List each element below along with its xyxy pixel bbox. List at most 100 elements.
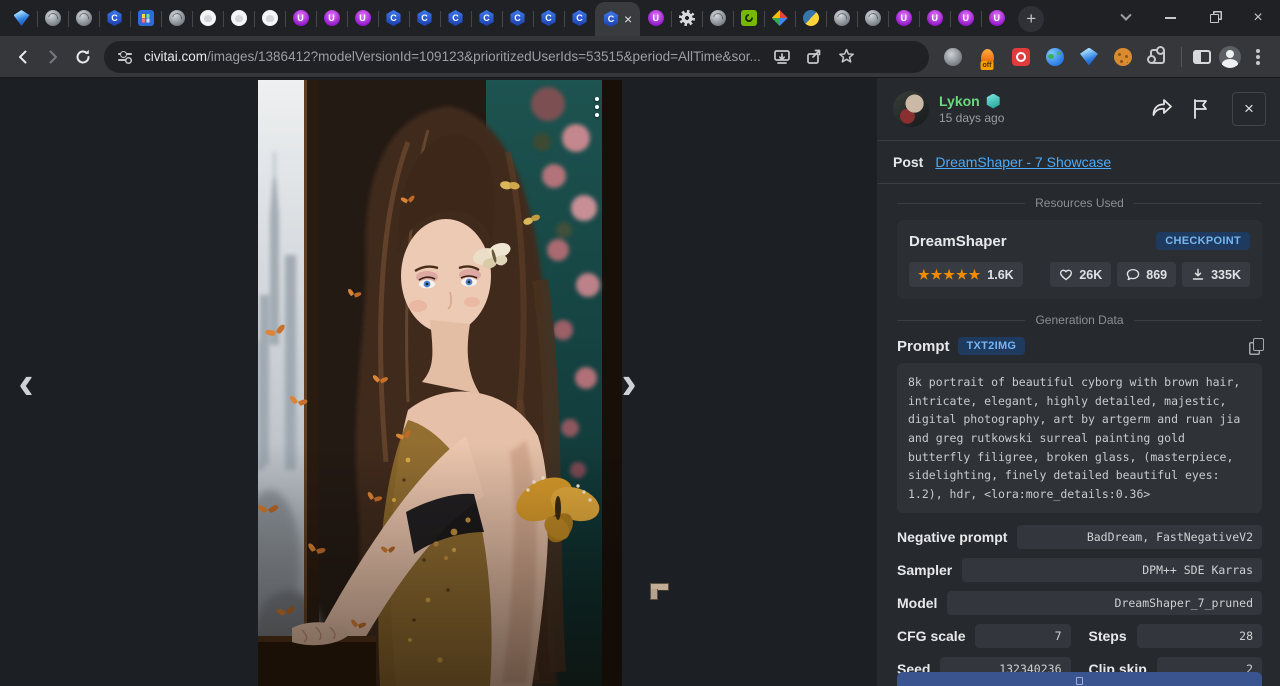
browser-tab-python[interactable] [795, 1, 826, 35]
ultra-favicon-icon [927, 10, 943, 26]
comments-pill[interactable]: 869 [1117, 262, 1176, 287]
steps-label: Steps [1089, 628, 1127, 644]
resource-type-badge: CHECKPOINT [1156, 232, 1250, 250]
browser-tab-globe[interactable] [68, 1, 99, 35]
side-panel-button[interactable] [1188, 43, 1216, 71]
browser-tab-ultra[interactable] [316, 1, 347, 35]
browser-tab-ultra[interactable] [347, 1, 378, 35]
extension-sphere-icon[interactable] [1041, 43, 1069, 71]
prompt-text[interactable]: 8k portrait of beautiful cyborg with bro… [897, 363, 1262, 513]
extension-gem-icon[interactable] [1075, 43, 1103, 71]
flag-icon [1192, 98, 1210, 120]
browser-tab-globe[interactable] [161, 1, 192, 35]
reload-icon [74, 48, 92, 66]
cfg-scale-value[interactable]: 7 [975, 624, 1070, 648]
panel-close-button[interactable]: × [1232, 92, 1266, 126]
post-image[interactable] [258, 80, 622, 686]
bookmark-star-icon[interactable] [837, 47, 856, 66]
negative-prompt-row: Negative prompt BadDream, FastNegativeV2 [897, 525, 1262, 549]
tab-close-icon[interactable]: × [624, 12, 632, 26]
site-info-icon[interactable] [116, 49, 136, 65]
browser-tab-civitai[interactable] [409, 1, 440, 35]
sampler-value[interactable]: DPM++ SDE Karras [962, 558, 1262, 582]
install-app-icon[interactable] [773, 48, 791, 66]
url-text[interactable]: civitai.com/images/1386412?modelVersionI… [144, 49, 761, 64]
report-flag-button[interactable] [1192, 98, 1210, 120]
extension-globe-icon[interactable] [939, 43, 967, 71]
browser-tab-gem[interactable] [6, 1, 37, 35]
image-options-button[interactable] [588, 94, 606, 120]
address-bar[interactable]: civitai.com/images/1386412?modelVersionI… [104, 41, 929, 73]
cookie-glyph-icon [1114, 48, 1132, 66]
share-post-button[interactable] [1150, 98, 1174, 120]
browser-tab-ultra[interactable] [285, 1, 316, 35]
panel-scroll-area[interactable]: Resources Used DreamShaper CHECKPOINT ★★… [877, 184, 1280, 686]
negative-prompt-value[interactable]: BadDream, FastNegativeV2 [1017, 525, 1262, 549]
username-link[interactable]: Lykon [939, 93, 980, 109]
civitai-favicon-icon [541, 10, 557, 26]
window-close-button[interactable]: × [1236, 0, 1280, 36]
maximize-button[interactable] [1192, 0, 1236, 36]
steps-value[interactable]: 28 [1137, 624, 1262, 648]
browser-tab-globe[interactable] [857, 1, 888, 35]
profile-button[interactable] [1216, 43, 1244, 71]
share-icon[interactable] [805, 48, 823, 66]
sampler-row: Sampler DPM++ SDE Karras [897, 558, 1262, 582]
model-value[interactable]: DreamShaper_7_pruned [947, 591, 1262, 615]
back-button[interactable] [8, 42, 38, 72]
downloads-pill[interactable]: 335K [1182, 262, 1250, 287]
browser-menu-button[interactable] [1244, 43, 1272, 71]
resource-name[interactable]: DreamShaper [909, 233, 1007, 250]
post-title-link[interactable]: DreamShaper - 7 Showcase [935, 154, 1111, 170]
active-tab[interactable]: × [595, 2, 640, 36]
likes-pill[interactable]: 26K [1050, 262, 1111, 287]
browser-tab-globe[interactable] [702, 1, 733, 35]
next-image-button[interactable]: › [607, 359, 651, 405]
browser-tab-civitai[interactable] [440, 1, 471, 35]
browser-tab-gear[interactable] [671, 1, 702, 35]
browser-tab-store[interactable] [130, 1, 161, 35]
minimize-button[interactable] [1148, 0, 1192, 36]
resource-card[interactable]: DreamShaper CHECKPOINT ★★★★★ 1.6K 26K [897, 220, 1262, 299]
previous-image-button[interactable]: ‹ [4, 359, 48, 405]
browser-tab-globe[interactable] [37, 1, 68, 35]
browser-tab-civitai[interactable] [564, 1, 595, 35]
browser-tab-civitai[interactable] [502, 1, 533, 35]
browser-tab-civitai[interactable] [533, 1, 564, 35]
globe-glyph-icon [944, 48, 962, 66]
post-label: Post [893, 154, 923, 170]
user-avatar[interactable] [893, 91, 929, 127]
browser-tab-civitai[interactable] [471, 1, 502, 35]
browser-tab-ultra[interactable] [888, 1, 919, 35]
extension-red-o-icon[interactable] [1007, 43, 1035, 71]
extension-flame-icon[interactable]: off [973, 43, 1001, 71]
browser-tab-globe[interactable] [826, 1, 857, 35]
browser-tab-ultra[interactable] [919, 1, 950, 35]
browser-tab-civitai[interactable] [378, 1, 409, 35]
browser-tab-civitai[interactable] [99, 1, 130, 35]
ultra-favicon-icon [896, 10, 912, 26]
cfg-scale-label: CFG scale [897, 628, 965, 644]
extension-cookie-icon[interactable] [1109, 43, 1137, 71]
civitai-favicon-icon [479, 10, 495, 26]
browser-tab-ultra[interactable] [640, 1, 671, 35]
verified-badge-icon [986, 94, 1001, 109]
forward-button[interactable] [38, 42, 68, 72]
profile-avatar-icon [1219, 46, 1241, 68]
reload-button[interactable] [68, 42, 98, 72]
browser-tab-pinwheel[interactable] [764, 1, 795, 35]
browser-tab-github[interactable] [254, 1, 285, 35]
browser-tab-nvidia[interactable] [733, 1, 764, 35]
copy-generation-data-button[interactable] [897, 672, 1262, 686]
browser-tab-github[interactable] [192, 1, 223, 35]
rating-pill[interactable]: ★★★★★ 1.6K [909, 262, 1023, 287]
copy-prompt-button[interactable] [1253, 338, 1264, 351]
browser-tab-github[interactable] [223, 1, 254, 35]
download-icon [1191, 268, 1205, 281]
browser-tab-ultra[interactable] [981, 1, 1012, 35]
new-tab-button[interactable]: + [1018, 6, 1044, 32]
tab-search-chevron-button[interactable] [1104, 0, 1148, 36]
extension-puzzle-icon[interactable] [1143, 43, 1171, 71]
omnibox-actions [773, 47, 856, 66]
browser-tab-ultra[interactable] [950, 1, 981, 35]
